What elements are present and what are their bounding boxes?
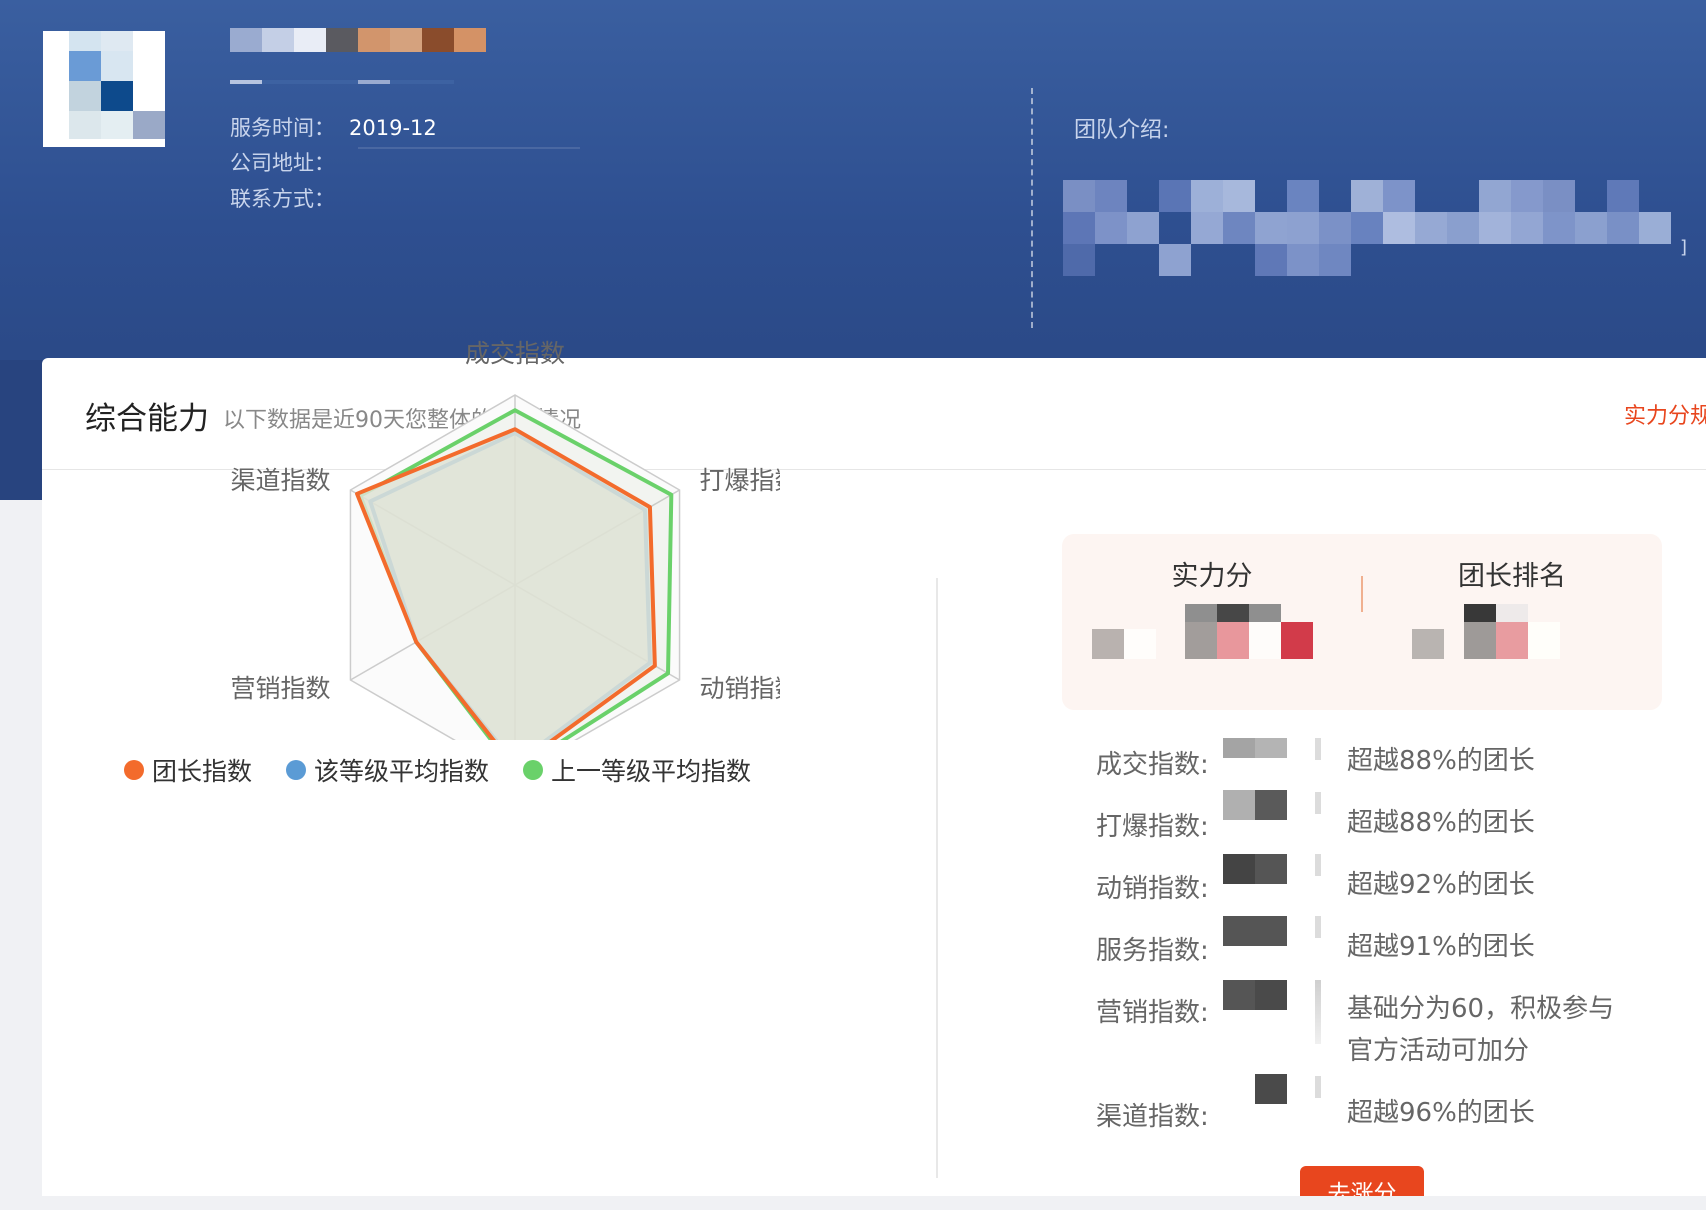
index-value-blurred (1255, 854, 1287, 884)
index-bar (1315, 980, 1321, 1044)
index-bar (1315, 916, 1321, 938)
service-time-value: 2019-12 (349, 116, 437, 140)
team-intro-label: 团队介绍: (1074, 118, 1170, 143)
index-label-marketing: 营销指数: (1096, 998, 1209, 1028)
legend-dot (286, 760, 307, 780)
rank-label: 团长排名 (1458, 561, 1566, 592)
index-label-deal: 成交指数: (1096, 750, 1209, 780)
index-bar (1315, 792, 1321, 814)
legend-label: 上一等级平均指数 (551, 757, 752, 786)
index-label-sales: 动销指数: (1096, 874, 1209, 904)
index-desc-deal: 超越88%的团长 (1347, 746, 1535, 776)
score-label: 实力分 (1171, 561, 1253, 592)
chart-legend: 团长指数 该等级平均指数 上一等级平均指数 (124, 752, 785, 788)
index-desc-channel: 超越96%的团长 (1347, 1098, 1535, 1128)
index-value-blurred (1223, 738, 1255, 758)
page: 服务时间： 2019-12 公司地址： 联系方式： 团队介绍:] 综合能力 以… (0, 0, 1706, 1210)
team-intro-blurred (1063, 180, 1673, 280)
index-bar (1315, 854, 1321, 876)
index-value-blurred (1223, 854, 1255, 884)
index-bar (1315, 738, 1321, 760)
team-tag-blurred (230, 80, 480, 84)
radar-indicator-label: 渠道指数 (230, 466, 330, 495)
service-time-row: 服务时间： 2019-12 (230, 112, 437, 142)
index-label-hit: 打爆指数: (1096, 812, 1209, 842)
index-value-blurred (1255, 790, 1287, 820)
index-desc-sales: 超越92%的团长 (1347, 870, 1535, 900)
team-avatar (43, 31, 165, 147)
card-divider (936, 578, 938, 1178)
legend-item-leader[interactable]: 团长指数 (124, 752, 252, 788)
index-value-blurred (1255, 916, 1287, 946)
team-intro-ellipsis: ] (1680, 237, 1688, 258)
contact-label: 联系方式： (230, 187, 335, 211)
index-desc-marketing: 基础分为60，积极参与官方活动可加分 (1347, 994, 1615, 1066)
legend-item-upper-level-avg[interactable]: 上一等级平均指数 (523, 752, 751, 788)
index-bar (1315, 1076, 1321, 1098)
index-label-channel: 渠道指数: (1096, 1102, 1209, 1132)
radar-indicator-label: 打爆指数 (700, 466, 780, 495)
legend-item-level-avg[interactable]: 该等级平均指数 (286, 752, 489, 788)
team-name-blurred (230, 28, 486, 52)
service-time-label: 服务时间： (230, 116, 335, 140)
index-desc-hit: 超越88%的团长 (1347, 808, 1535, 838)
legend-dot (523, 760, 544, 780)
index-value-blurred (1255, 1074, 1287, 1104)
contact-row: 联系方式： (230, 183, 335, 213)
legend-label: 团长指数 (152, 757, 253, 786)
radar-indicator-label: 成交指数 (465, 339, 565, 368)
index-label-service: 服务指数: (1096, 936, 1209, 966)
index-value-blurred (1223, 790, 1255, 820)
address-label: 公司地址： (230, 151, 335, 175)
header-divider (1031, 88, 1033, 328)
radar-indicator-label: 动销指数 (700, 674, 780, 703)
address-value-blurred (358, 147, 580, 149)
radar-indicator-label: 营销指数 (230, 674, 330, 703)
banner-left-strip (0, 360, 42, 500)
index-desc-service: 超越91%的团长 (1347, 932, 1535, 962)
index-value-blurred (1223, 980, 1255, 1010)
index-value-blurred (1223, 916, 1255, 946)
legend-dot (124, 760, 144, 780)
index-value-blurred (1255, 980, 1287, 1010)
index-value-blurred (1255, 738, 1287, 758)
address-row: 公司地址： (230, 147, 335, 177)
ability-radar-chart: 成交指数打爆指数动销指数服务指数营销指数渠道指数 (230, 339, 780, 740)
page-bottom-edge (0, 1196, 1706, 1210)
score-panel: 实力分 团长排名 (1062, 534, 1662, 710)
legend-label: 该等级平均指数 (314, 757, 490, 786)
score-rule-link[interactable]: 实力分规则 (1624, 398, 1706, 430)
